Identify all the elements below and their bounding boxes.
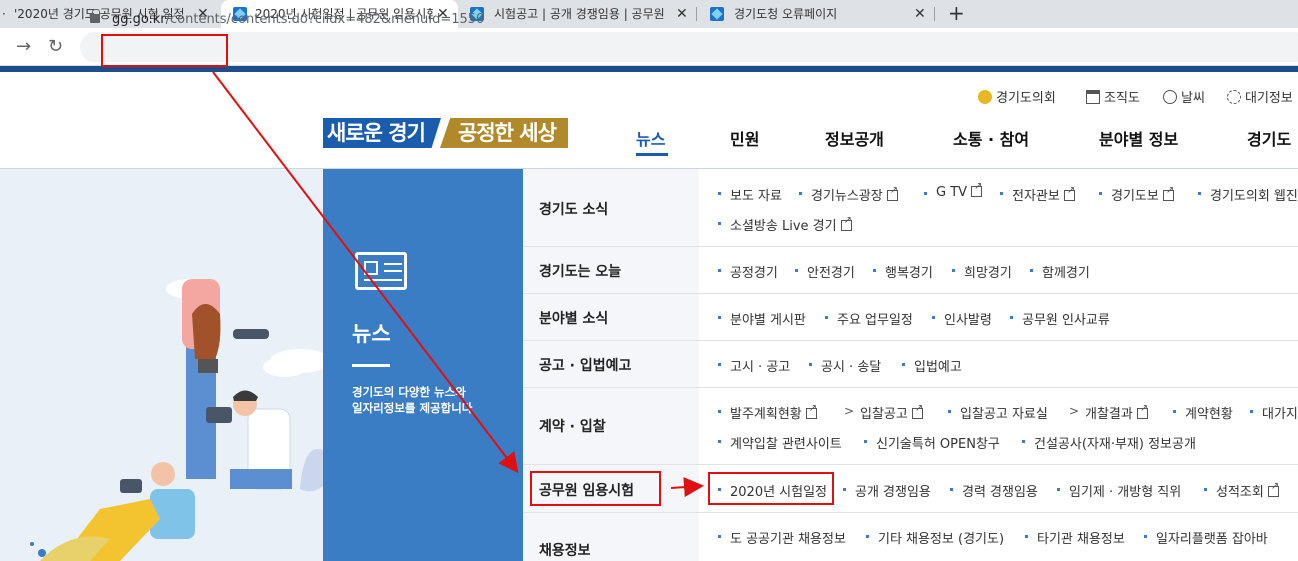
arrow-to-schedule	[670, 477, 704, 498]
annotation-arrows	[212, 71, 704, 498]
arrow-to-category	[212, 71, 519, 474]
